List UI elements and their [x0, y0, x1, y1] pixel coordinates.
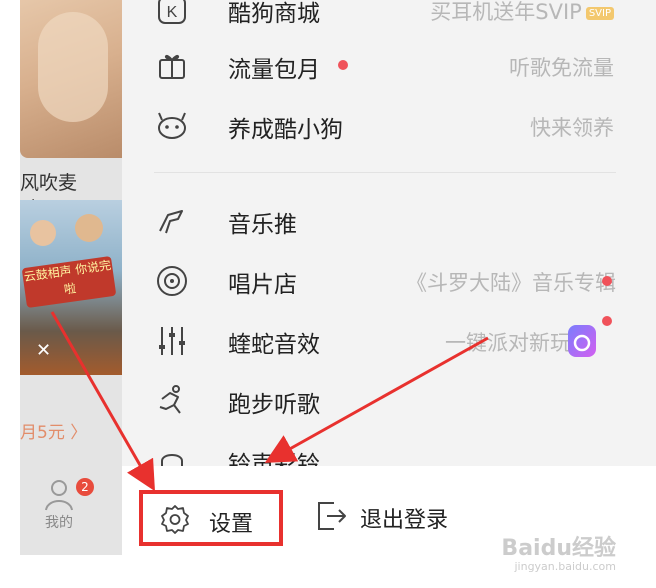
bell-icon	[161, 454, 183, 466]
menu-item-pet-dog[interactable]: 养成酷小狗 快来领养	[122, 98, 656, 154]
menu-item-label: 流量包月	[228, 57, 320, 83]
logout-button[interactable]: 退出登录	[310, 490, 480, 546]
new-dot	[602, 316, 612, 326]
menu-item-subtitle: 快来领养	[530, 116, 614, 140]
drawer-menu: K 酷狗商城 买耳机送年SVIP SVIP 流量包月 听歌免流量 养成酷小狗 快来…	[122, 0, 656, 466]
caption-line-1: 风吹麦	[20, 172, 78, 194]
left-background-panel: 风吹麦 骋 云鼓相声 你说完啦 ✕ 月5元 〉 我的 2	[0, 0, 122, 555]
menu-item-music-push[interactable]: 音乐推	[122, 193, 656, 249]
menu-item-label: 铃声彩铃	[228, 452, 320, 466]
tab-mine-label: 我的	[45, 515, 73, 531]
gear-icon	[161, 505, 189, 534]
baidu-watermark-url: jingyan.baidu.com	[514, 560, 616, 573]
price-link[interactable]: 月5元 〉	[20, 418, 87, 443]
menu-item-running[interactable]: 跑步听歌	[122, 373, 656, 429]
logout-icon	[318, 502, 346, 530]
menu-item-data-plan[interactable]: 流量包月 听歌免流量	[122, 38, 656, 94]
menu-item-subtitle: 听歌免流量	[509, 56, 614, 80]
promo-poster[interactable]: 云鼓相声 你说完啦 ✕	[20, 200, 122, 375]
content-thumbnail[interactable]	[20, 0, 122, 158]
menu-item-ringtone[interactable]: 铃声彩铃	[122, 433, 656, 466]
poster-person-1	[30, 220, 56, 246]
baidu-watermark: Baidu经验	[501, 536, 616, 561]
poster-banner: 云鼓相声 你说完啦	[21, 255, 117, 309]
settings-button[interactable]: 设置	[139, 490, 283, 546]
menu-item-label: 蝰蛇音效	[228, 332, 320, 358]
menu-item-label: 唱片店	[228, 272, 297, 298]
svip-badge: SVIP	[585, 6, 614, 20]
gift-icon	[159, 54, 185, 79]
poster-banner-text: 云鼓相声 你说完啦	[23, 258, 112, 297]
menu-item-kugou-store[interactable]: K 酷狗商城 买耳机送年SVIP SVIP	[122, 0, 656, 38]
running-icon	[159, 385, 181, 414]
menu-item-label: 音乐推	[228, 212, 297, 238]
menu-item-label: 酷狗商城	[228, 1, 320, 27]
menu-divider	[154, 172, 616, 173]
menu-item-record-store[interactable]: 唱片店 《斗罗大陆》音乐专辑	[122, 253, 656, 309]
puppy-icon	[158, 112, 186, 139]
store-promo-text: 买耳机送年SVIP	[430, 0, 582, 24]
left-edge	[0, 0, 20, 555]
poster-person-2	[75, 214, 103, 242]
new-dot	[602, 276, 612, 286]
menu-item-label: 跑步听歌	[228, 392, 320, 418]
music-push-icon	[159, 210, 183, 234]
k-store-icon: K	[158, 0, 186, 24]
notification-badge: 2	[76, 478, 94, 496]
menu-item-subtitle: 《斗罗大陆》音乐专辑	[406, 271, 616, 295]
settings-label: 设置	[209, 512, 254, 537]
svg-text:K: K	[167, 4, 178, 21]
menu-item-label: 养成酷小狗	[228, 117, 343, 143]
vinyl-icon	[157, 266, 187, 296]
menu-item-sound-effects[interactable]: 蝰蛇音效 一键派对新玩法	[122, 313, 656, 369]
menu-item-subtitle: 买耳机送年SVIP SVIP	[430, 0, 614, 26]
logout-label: 退出登录	[360, 508, 449, 533]
party-logo-icon	[568, 325, 596, 357]
close-icon[interactable]: ✕	[36, 340, 51, 361]
user-icon	[45, 480, 73, 511]
new-dot	[338, 60, 348, 70]
equalizer-icon	[159, 327, 185, 355]
